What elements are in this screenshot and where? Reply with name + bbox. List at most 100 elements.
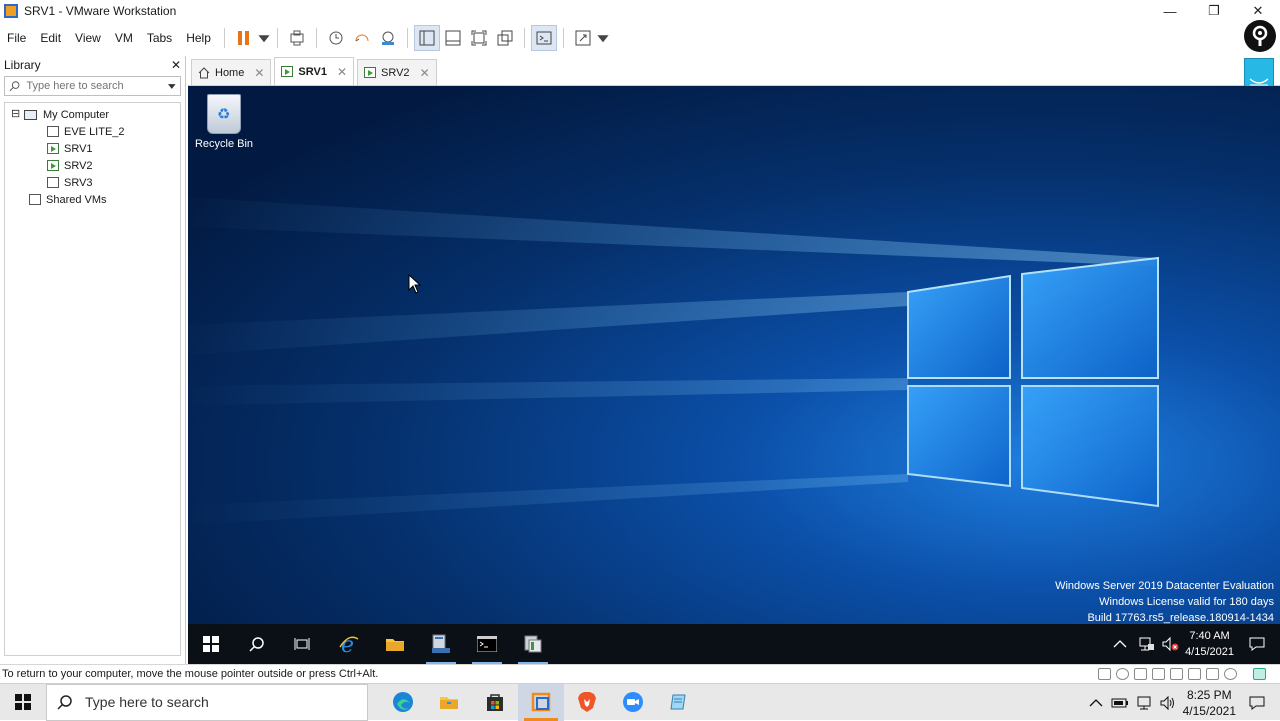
vm-tools-icon[interactable] — [1244, 58, 1274, 88]
device-status-icons — [1098, 668, 1266, 680]
suspend-icon[interactable] — [231, 25, 257, 51]
library-search-input[interactable] — [26, 80, 169, 92]
tree-item-vm[interactable]: SRV2 — [5, 157, 180, 174]
notifications-icon[interactable] — [1248, 636, 1266, 652]
tree-label: Shared VMs — [46, 193, 107, 206]
sound-card-icon[interactable] — [1206, 668, 1219, 680]
printer-icon[interactable] — [1170, 668, 1183, 680]
speaker-icon[interactable] — [1159, 695, 1177, 711]
console-view-icon[interactable] — [530, 25, 557, 51]
chevron-down-icon[interactable] — [168, 82, 176, 90]
host-taskbar: Type here to search 8:25 PM 4/15/2021 — [0, 683, 1280, 721]
library-search[interactable] — [4, 76, 181, 96]
tree-item-shared-vms[interactable]: Shared VMs — [5, 191, 180, 208]
network-icon[interactable] — [1135, 695, 1153, 711]
vm-icon — [47, 126, 59, 137]
thumbnail-bar-icon[interactable] — [440, 25, 466, 51]
menu-view[interactable]: View — [68, 31, 108, 45]
chevron-up-icon[interactable] — [1113, 639, 1127, 649]
window-title: SRV1 - VMware Workstation — [24, 4, 177, 18]
power-dropdown-icon[interactable] — [257, 25, 271, 51]
guest-clock[interactable]: 7:40 AM 4/15/2021 — [1185, 628, 1234, 660]
windows-start-icon[interactable] — [188, 624, 234, 664]
vm-running-icon — [47, 143, 59, 154]
vm-console[interactable]: Recycle Bin Windows Server 2019 Datacent… — [188, 86, 1280, 664]
command-prompt-icon[interactable] — [464, 624, 510, 664]
vm-tools-status-icon[interactable] — [1253, 668, 1266, 680]
tab-home[interactable]: Home ✕ — [191, 59, 272, 85]
tab-srv1[interactable]: SRV1 ✕ — [274, 57, 355, 85]
tab-close-icon[interactable]: ✕ — [420, 66, 430, 80]
send-ctrl-alt-del-icon[interactable] — [284, 25, 310, 51]
vm-tree: ⊟ My Computer EVE LITE_2 SRV1 SRV2 SRV3 … — [4, 102, 181, 656]
library-close-button[interactable]: ✕ — [171, 58, 181, 72]
speaker-muted-icon[interactable] — [1161, 636, 1179, 652]
network-adapter-icon[interactable] — [1152, 668, 1165, 680]
snapshot-manager-icon[interactable] — [375, 25, 401, 51]
message-log-icon[interactable] — [1242, 668, 1248, 680]
task-view-icon[interactable] — [280, 624, 326, 664]
vmware-icon — [4, 4, 18, 18]
tab-close-icon[interactable]: ✕ — [254, 66, 264, 80]
show-library-icon[interactable] — [413, 25, 440, 51]
internet-explorer-icon[interactable]: e — [326, 624, 372, 664]
host-search-box[interactable]: Type here to search — [46, 683, 368, 721]
tree-item-vm[interactable]: SRV3 — [5, 174, 180, 191]
microsoft-store-icon[interactable] — [472, 684, 518, 721]
menu-edit[interactable]: Edit — [33, 31, 68, 45]
collapse-icon[interactable]: ⊟ — [11, 109, 20, 120]
revert-snapshot-icon[interactable] — [349, 25, 375, 51]
tree-item-vm[interactable]: EVE LITE_2 — [5, 123, 180, 140]
tab-label: SRV2 — [381, 66, 410, 79]
toolbar-separator — [276, 28, 278, 48]
network-icon[interactable] — [1137, 636, 1155, 652]
tree-item-vm[interactable]: SRV1 — [5, 140, 180, 157]
host-clock-time: 8:25 PM — [1186, 687, 1232, 702]
server-manager-icon[interactable] — [418, 624, 464, 664]
menu-help[interactable]: Help — [179, 31, 218, 45]
menu-tabs[interactable]: Tabs — [140, 31, 179, 45]
library-title: Library — [4, 58, 41, 72]
stretch-dropdown-icon[interactable] — [596, 25, 610, 51]
menu-toolbar: File Edit View VM Tabs Help — [0, 22, 1280, 54]
host-clock[interactable]: 8:25 PM 4/15/2021 — [1183, 687, 1236, 719]
snapshot-icon[interactable] — [323, 25, 349, 51]
windows-start-icon[interactable] — [0, 684, 46, 721]
search-icon — [57, 695, 72, 710]
zoom-icon[interactable] — [610, 684, 656, 721]
tree-item-my-computer[interactable]: ⊟ My Computer — [5, 106, 180, 123]
menu-vm[interactable]: VM — [108, 31, 140, 45]
file-explorer-icon[interactable] — [372, 624, 418, 664]
close-button[interactable]: ✕ — [1236, 0, 1280, 22]
recycle-bin-icon — [207, 94, 241, 134]
battery-icon[interactable] — [1111, 697, 1129, 709]
vmware-tools-icon[interactable] — [510, 624, 556, 664]
hard-disk-icon[interactable] — [1098, 668, 1111, 680]
brave-browser-icon[interactable] — [564, 684, 610, 721]
network-adapter-icon[interactable] — [1134, 668, 1147, 680]
restore-button[interactable]: ❐ — [1192, 0, 1236, 22]
tab-srv2[interactable]: SRV2 ✕ — [357, 59, 437, 85]
chevron-up-icon[interactable] — [1089, 698, 1103, 708]
unity-mode-icon[interactable] — [492, 25, 518, 51]
stretch-guest-icon[interactable] — [570, 25, 596, 51]
recycle-bin-shortcut[interactable]: Recycle Bin — [194, 94, 254, 150]
notepad-icon[interactable] — [656, 684, 702, 721]
toolbar-separator — [523, 28, 525, 48]
guest-system-tray: 7:40 AM 4/15/2021 — [1113, 624, 1280, 664]
tab-label: SRV1 — [298, 65, 327, 78]
file-explorer-icon[interactable] — [426, 684, 472, 721]
edge-icon[interactable] — [380, 684, 426, 721]
vmware-workstation-icon[interactable] — [518, 683, 564, 721]
host-clock-date: 4/15/2021 — [1182, 703, 1236, 718]
minimize-button[interactable]: — — [1148, 0, 1192, 22]
usb-icon[interactable] — [1188, 668, 1201, 680]
cd-dvd-icon[interactable] — [1116, 668, 1129, 680]
tab-close-icon[interactable]: ✕ — [337, 65, 347, 79]
menu-file[interactable]: File — [0, 31, 33, 45]
search-icon[interactable] — [234, 624, 280, 664]
display-icon[interactable] — [1224, 668, 1237, 680]
notifications-icon[interactable] — [1248, 695, 1266, 711]
vm-running-icon — [364, 67, 377, 78]
full-screen-icon[interactable] — [466, 25, 492, 51]
